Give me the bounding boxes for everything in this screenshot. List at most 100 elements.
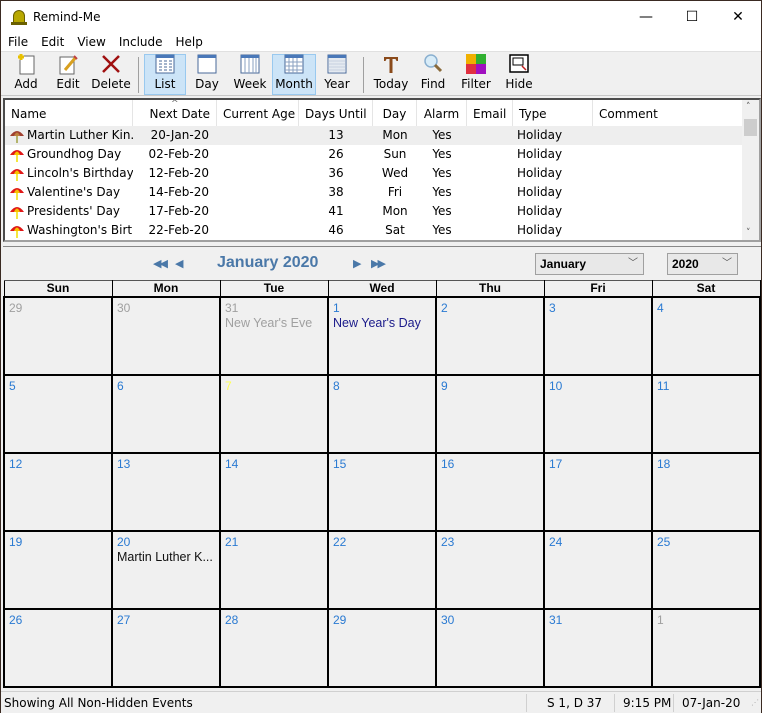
calendar-day[interactable]: 15 [327, 451, 437, 532]
calendar-day[interactable]: 27 [111, 607, 221, 688]
list-row[interactable]: Washington's Birt... 22-Feb-20 46 Sat Yes Hol… [5, 221, 743, 240]
calendar-event[interactable]: New Year's Eve [225, 315, 323, 331]
calendar-day[interactable]: 4 [651, 295, 761, 376]
calendar-week: 19 20 Martin Luther K... 21 22 23 24 25 [3, 529, 761, 610]
col-next-date[interactable]: ^ Next Date [133, 99, 217, 126]
col-type[interactable]: Type [513, 100, 593, 126]
day-view-button[interactable]: Day [186, 54, 228, 95]
calendar-day[interactable]: 22 [327, 529, 437, 610]
list-scrollbar[interactable]: ˄ ˅ [742, 100, 759, 240]
calendar-day[interactable]: 17 [543, 451, 653, 532]
calendar-day[interactable]: 13 [111, 451, 221, 532]
list-row[interactable]: Valentine's Day 14-Feb-20 38 Fri Yes Holiday [5, 183, 743, 202]
hide-button[interactable]: Hide [499, 54, 539, 95]
calendar-day[interactable]: 5 [3, 373, 113, 454]
col-current-age[interactable]: Current Age [217, 100, 299, 126]
calendar-day[interactable]: 2 [435, 295, 545, 376]
next-month-icon[interactable]: ▶ [353, 257, 362, 270]
events-list[interactable]: Name ^ Next Date Current Age Days Until D… [3, 98, 761, 242]
add-button[interactable]: Add [5, 54, 47, 95]
calendar-day[interactable]: 10 [543, 373, 653, 454]
menu-file[interactable]: File [1, 35, 34, 49]
day-number: 1 [657, 612, 664, 627]
menu-view[interactable]: View [70, 35, 111, 49]
calendar-day[interactable]: 28 [219, 607, 329, 688]
calendar-day[interactable]: 14 [219, 451, 329, 532]
calendar-day[interactable]: 23 [435, 529, 545, 610]
year-view-icon [326, 53, 348, 75]
calendar-day[interactable]: 1 New Year's Day [327, 295, 437, 376]
day-number: 9 [441, 378, 448, 393]
find-label: Find [420, 77, 446, 91]
calendar-day[interactable]: 12 [3, 451, 113, 532]
day-number: 30 [441, 612, 455, 627]
calendar-day-today[interactable]: 7 [219, 373, 329, 454]
filter-button[interactable]: Filter [453, 54, 499, 95]
calendar-day[interactable]: 29 [327, 607, 437, 688]
event-name: Presidents' Day [27, 204, 121, 218]
calendar-day[interactable]: 11 [651, 373, 761, 454]
calendar-day[interactable]: 19 [3, 529, 113, 610]
scroll-down-icon[interactable]: ˅ [746, 228, 751, 238]
month-select[interactable]: January ﹀ [535, 253, 644, 275]
calendar-day[interactable]: 20 Martin Luther K... [111, 529, 221, 610]
prev-month-icon[interactable]: ◀ [175, 257, 184, 270]
calendar-day[interactable]: 26 [3, 607, 113, 688]
calendar-day[interactable]: 29 [3, 295, 113, 376]
list-row[interactable]: Martin Luther Kin... 20-Jan-20 13 Mon Yes Hol… [5, 126, 743, 145]
menu-help[interactable]: Help [169, 35, 209, 49]
minimize-button[interactable]: — [623, 1, 669, 32]
col-email[interactable]: Email [467, 100, 513, 126]
calendar-day[interactable]: 24 [543, 529, 653, 610]
month-view-button[interactable]: Month [272, 54, 316, 95]
prev-year-icon[interactable]: ◀◀ [153, 257, 168, 270]
col-comment[interactable]: Comment [593, 100, 743, 126]
calendar-day[interactable]: 6 [111, 373, 221, 454]
calendar-day[interactable]: 8 [327, 373, 437, 454]
day-number: 17 [549, 456, 563, 471]
day-number: 31 [549, 612, 563, 627]
cell-day: Mon [382, 204, 408, 218]
cell-type: Holiday [517, 147, 563, 161]
cell-day: Sun [383, 147, 407, 161]
calendar-event[interactable]: Martin Luther K... [117, 549, 215, 565]
calendar-day[interactable]: 30 [435, 607, 545, 688]
delete-button[interactable]: Delete [89, 54, 133, 95]
year-select[interactable]: 2020 ﹀ [667, 253, 738, 275]
maximize-button[interactable]: ☐ [669, 1, 715, 32]
calendar-day[interactable]: 9 [435, 373, 545, 454]
col-name[interactable]: Name [5, 100, 133, 126]
find-button[interactable]: Find [413, 54, 453, 95]
edit-button[interactable]: Edit [47, 54, 89, 95]
year-view-button[interactable]: Year [316, 54, 358, 95]
calendar-day[interactable]: 31 [543, 607, 653, 688]
scroll-thumb[interactable] [744, 119, 757, 136]
calendar-day[interactable]: 25 [651, 529, 761, 610]
col-day[interactable]: Day [373, 100, 417, 126]
calendar-day[interactable]: 3 [543, 295, 653, 376]
list-view-button[interactable]: List [144, 54, 186, 95]
calendar-day[interactable]: 21 [219, 529, 329, 610]
list-row[interactable]: Presidents' Day 17-Feb-20 41 Mon Yes Holiday [5, 202, 743, 221]
resize-grip-icon[interactable]: ⋰ [751, 692, 759, 714]
event-name: Valentine's Day [27, 185, 121, 199]
list-row[interactable]: Lincoln's Birthday 12-Feb-20 36 Wed Yes Holid… [5, 164, 743, 183]
today-button[interactable]: Today [369, 54, 413, 95]
scroll-up-icon[interactable]: ˄ [746, 102, 751, 112]
next-year-icon[interactable]: ▶▶ [371, 257, 386, 270]
calendar-day[interactable]: 1 [651, 607, 761, 688]
day-number: 19 [9, 534, 23, 549]
close-button[interactable]: ✕ [715, 1, 761, 32]
calendar-event[interactable]: New Year's Day [333, 315, 431, 331]
menu-edit[interactable]: Edit [34, 35, 70, 49]
calendar-day[interactable]: 18 [651, 451, 761, 532]
col-alarm[interactable]: Alarm [417, 100, 467, 126]
week-view-button[interactable]: Week [228, 54, 272, 95]
week-label: Week [233, 77, 267, 91]
list-row[interactable]: Groundhog Day 02-Feb-20 26 Sun Yes Holiday [5, 145, 743, 164]
menu-include[interactable]: Include [112, 35, 169, 49]
calendar-day[interactable]: 30 [111, 295, 221, 376]
calendar-day[interactable]: 16 [435, 451, 545, 532]
calendar-day[interactable]: 31 New Year's Eve [219, 295, 329, 376]
col-days-until[interactable]: Days Until [299, 100, 373, 126]
